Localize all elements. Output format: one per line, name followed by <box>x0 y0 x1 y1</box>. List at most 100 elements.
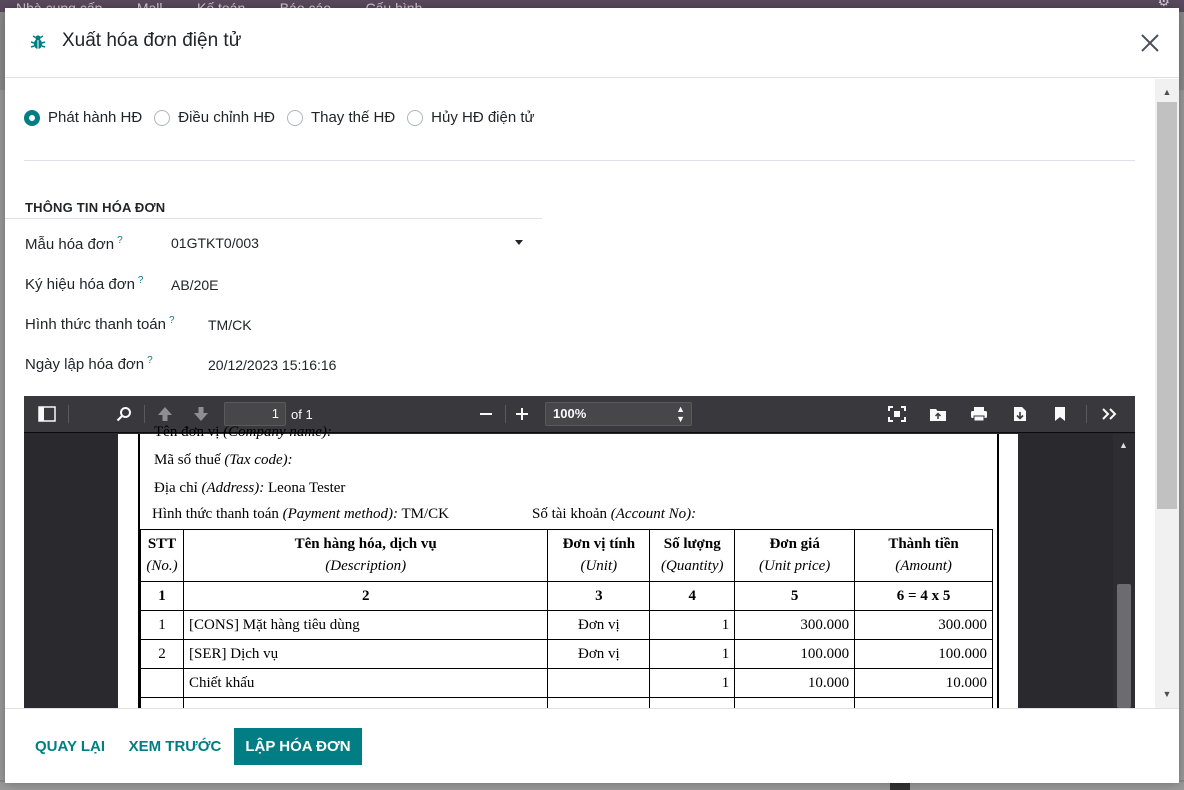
row-no: 2 <box>140 639 184 669</box>
row-no <box>140 668 184 698</box>
help-icon[interactable]: ? <box>138 275 144 286</box>
caret-down-icon <box>515 240 523 245</box>
pdf-scroll-thumb[interactable] <box>1117 584 1131 708</box>
zoom-select[interactable]: 100% ▲ ▼ <box>545 402 692 426</box>
pdf-canvas-area: Tên đơn vị (Company name): Mã số thuế (T… <box>24 424 1135 708</box>
symbol-value: AB/20E <box>171 277 219 293</box>
header-cell: Số lượng (Quantity) <box>649 529 736 582</box>
payment-method-label-en: (Payment method): <box>282 506 398 522</box>
table-header-row: STT (No.) Tên hàng hóa, dịch vụ (Descripti… <box>140 529 993 582</box>
radio-icon[interactable] <box>407 109 424 126</box>
radio-cancel[interactable]: Hủy HĐ điện tử <box>407 109 535 126</box>
company-line: Tên đơn vị (Company name): <box>154 424 332 441</box>
payment-line: Hình thức thanh toán (Payment method): T… <box>152 506 449 523</box>
index-cell: 3 <box>547 581 651 611</box>
account-label-en: (Account No): <box>610 506 697 522</box>
row-unit <box>547 668 651 698</box>
header-cell: Đơn vị tính (Unit) <box>547 529 651 582</box>
close-icon[interactable] <box>1139 32 1161 54</box>
bookmark-icon[interactable] <box>1049 404 1071 424</box>
date-value: 20/12/2023 15:16:16 <box>208 357 337 373</box>
account-label: Số tài khoản <box>532 506 607 522</box>
row-amount: 10.000 <box>854 668 993 698</box>
index-cell: 4 <box>649 581 736 611</box>
create-invoice-button[interactable]: LẬP HÓA ĐƠN <box>234 728 362 765</box>
back-button[interactable]: QUAY LẠI <box>27 728 113 765</box>
table-index-row: 1 2 3 4 5 6 = 4 x 5 <box>140 581 993 611</box>
preview-button[interactable]: XEM TRƯỚC <box>123 728 227 765</box>
open-file-icon[interactable] <box>927 404 949 424</box>
presentation-mode-icon[interactable] <box>886 404 908 424</box>
radio-replace[interactable]: Thay thế HĐ <box>286 109 396 126</box>
date-label: Ngày lập hóa đơn? <box>25 355 153 373</box>
help-icon[interactable]: ? <box>117 235 123 246</box>
row-desc: [CONS] Mặt hàng tiêu dùng <box>182 610 549 640</box>
help-icon[interactable]: ? <box>147 355 153 366</box>
divider <box>5 218 542 219</box>
symbol-label: Ký hiệu hóa đơn? <box>25 275 143 293</box>
row-unit: Đơn vị <box>547 639 651 669</box>
index-cell: 1 <box>140 581 184 611</box>
zoom-out-icon[interactable] <box>475 404 497 424</box>
payment-label: Hình thức thanh toán? <box>25 315 175 333</box>
index-cell: 2 <box>182 581 549 611</box>
scroll-up-icon[interactable]: ▲ <box>1155 84 1179 100</box>
row-qty: 1 <box>649 610 736 640</box>
index-cell: 5 <box>734 581 856 611</box>
dialog-scroll-thumb[interactable] <box>1157 102 1177 509</box>
payment-value: TM/CK <box>208 317 252 333</box>
radio-icon[interactable] <box>286 109 303 126</box>
row-desc: [SER] Dịch vụ <box>182 639 549 669</box>
invoice-action-radio-group: Phát hành HĐ Điều chỉnh HĐ Thay thế HĐ H… <box>24 109 547 126</box>
search-icon[interactable] <box>113 404 135 424</box>
radio-label: Thay thế HĐ <box>310 109 396 126</box>
tax-line: Mã số thuế (Tax code): <box>154 452 293 469</box>
previous-page-icon[interactable] <box>154 404 176 424</box>
sidebar-toggle-icon[interactable] <box>36 404 58 424</box>
print-icon[interactable] <box>968 404 990 424</box>
download-icon[interactable] <box>1009 404 1031 424</box>
index-cell: 6 = 4 x 5 <box>854 581 993 611</box>
radio-issue[interactable]: Phát hành HĐ <box>24 109 142 126</box>
zoom-value: 100% <box>553 406 587 421</box>
background-bottom <box>0 782 1184 790</box>
row-price: 100.000 <box>734 639 856 669</box>
label-text: Hình thức thanh toán <box>25 316 166 333</box>
bug-icon <box>30 35 46 49</box>
radio-adjust[interactable]: Điều chỉnh HĐ <box>154 109 275 126</box>
invoice-table: STT (No.) Tên hàng hóa, dịch vụ (Descripti… <box>140 529 993 708</box>
address-label-en: (Address): <box>201 480 265 496</box>
scroll-up-icon[interactable]: ▲ <box>1119 440 1128 450</box>
row-desc: Chiết khấu <box>182 668 549 698</box>
scroll-down-icon[interactable]: ▼ <box>1155 686 1179 702</box>
dialog-body: Phát hành HĐ Điều chỉnh HĐ Thay thế HĐ H… <box>5 79 1179 708</box>
radio-icon[interactable] <box>154 109 171 126</box>
dialog-title: Xuất hóa đơn điện tử <box>62 30 242 51</box>
radio-label: Hủy HĐ điện tử <box>431 109 535 126</box>
address-line: Địa chỉ (Address): Leona Tester <box>154 480 345 497</box>
tools-chevron-icon[interactable] <box>1099 404 1121 424</box>
table-row: 2 [SER] Dịch vụ Đơn vị 1 100.000 100.000 <box>140 639 993 669</box>
toolbar-separator <box>144 405 145 423</box>
header-cell: Thành tiền (Amount) <box>854 529 993 582</box>
table-row: 1 [CONS] Mặt hàng tiêu dùng Đơn vị 1 300… <box>140 610 993 640</box>
label-text: Mẫu hóa đơn <box>25 236 115 253</box>
zoom-in-icon[interactable] <box>511 404 533 424</box>
einvoice-dialog: Xuất hóa đơn điện tử Phát hành HĐ Điều c… <box>5 8 1179 783</box>
header-cell: Tên hàng hóa, dịch vụ (Description) <box>182 529 549 582</box>
row-unit: Đơn vị <box>547 610 651 640</box>
background-strip-right <box>1179 90 1184 780</box>
dialog-header: Xuất hóa đơn điện tử <box>5 8 1179 78</box>
page-number-input[interactable]: 1 <box>224 402 286 426</box>
help-icon[interactable]: ? <box>169 315 175 326</box>
template-select[interactable]: 01GTKT0/003 <box>171 235 523 257</box>
toolbar-separator <box>505 405 506 423</box>
dialog-footer: QUAY LẠI XEM TRƯỚC LẬP HÓA ĐƠN <box>5 708 1179 783</box>
radio-checked-icon[interactable] <box>24 109 40 126</box>
next-page-icon[interactable] <box>190 404 212 424</box>
pdf-scrollbar[interactable]: ▲ <box>1113 434 1135 708</box>
template-value: 01GTKT0/003 <box>171 235 259 251</box>
account-line: Số tài khoản (Account No): <box>532 506 696 523</box>
row-qty: 1 <box>649 639 736 669</box>
address-value: Leona Tester <box>268 480 346 496</box>
